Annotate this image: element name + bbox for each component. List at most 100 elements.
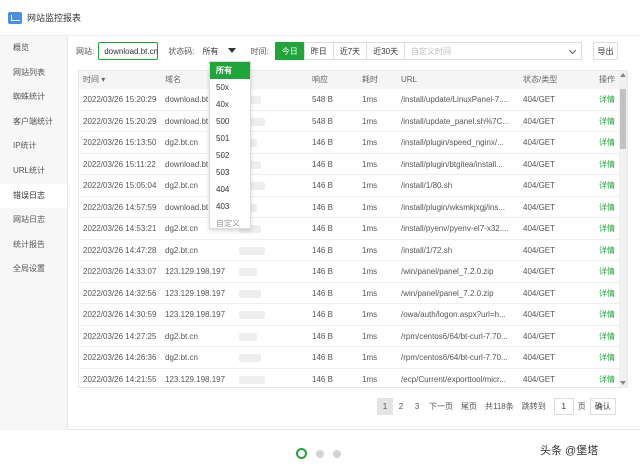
cell-duration: 1ms: [362, 202, 378, 212]
cell-response: 146 B: [312, 374, 333, 384]
vertical-scrollbar[interactable]: [619, 71, 627, 387]
detail-link[interactable]: 详情: [599, 111, 615, 132]
scroll-up-icon[interactable]: [620, 73, 626, 77]
page-1-button[interactable]: 1: [377, 398, 393, 415]
sidebar-item-clients[interactable]: 客户端统计: [0, 110, 67, 135]
detail-link[interactable]: 详情: [599, 175, 615, 196]
status-option-501[interactable]: 501: [210, 130, 250, 147]
cell-status: 404/GET: [523, 95, 556, 104]
cell-status: 404/GET: [523, 353, 556, 362]
cell-url: /win/panel/panel_7.2.0.zip: [401, 288, 494, 298]
cell-url: /ecp/Current/exporttool/micr...: [401, 374, 506, 384]
cell-duration: 1ms: [362, 181, 378, 190]
time-30days-button[interactable]: 近30天: [366, 42, 406, 60]
last-page-button[interactable]: 尾页: [457, 398, 481, 415]
detail-link[interactable]: 详情: [599, 369, 615, 388]
page-2-button[interactable]: 2: [393, 398, 409, 415]
table-row: 2022/03/26 15:05:04 dg2.bt.cn 146 B 1ms/ins…: [79, 175, 619, 197]
cell-duration: 1ms: [362, 116, 378, 126]
cell-domain: dg2.bt.cn: [165, 245, 198, 255]
redacted-mask: [239, 332, 257, 341]
detail-link[interactable]: 详情: [599, 283, 615, 304]
error-log-table: 时间 ▾ 域名 响应 耗时 URL 状态/类型 操作 2022/03/26 15…: [78, 70, 628, 388]
cell-time: 2022/03/26 14:47:28: [83, 245, 157, 255]
next-page-button[interactable]: 下一页: [425, 398, 457, 415]
detail-link[interactable]: 详情: [599, 261, 615, 282]
sidebar-item-overview[interactable]: 概览: [0, 36, 67, 61]
sidebar-item-site-log[interactable]: 网站日志: [0, 208, 67, 233]
status-option-50x[interactable]: 50x: [210, 79, 250, 96]
header-action: 操作: [599, 75, 615, 84]
custom-time-select[interactable]: 自定义时间: [404, 42, 583, 60]
sidebar-item-spiders[interactable]: 蜘蛛统计: [0, 85, 67, 110]
header-duration: 耗时: [362, 75, 378, 84]
site-select[interactable]: download.bt.cn: [98, 42, 159, 60]
cell-duration: 1ms: [362, 138, 378, 147]
export-button[interactable]: 导出: [593, 42, 618, 60]
table-row: 2022/03/26 14:57:59 download.bt.cn 146 B 1m…: [79, 197, 619, 218]
status-option-403[interactable]: 403: [210, 198, 250, 215]
status-option-503[interactable]: 503: [210, 164, 250, 181]
time-yesterday-button[interactable]: 昨日: [303, 42, 334, 60]
time-7days-button[interactable]: 近7天: [332, 42, 368, 60]
detail-link[interactable]: 详情: [599, 218, 615, 239]
scroll-thumb[interactable]: [620, 89, 626, 149]
detail-link[interactable]: 详情: [599, 197, 615, 218]
table-row: 2022/03/26 14:53:21 dg2.bt.cn 146 B 1ms/ins…: [79, 218, 619, 240]
table-header: 时间 ▾ 域名 响应 耗时 URL 状态/类型 操作: [79, 71, 619, 89]
cell-status: 404/GET: [523, 288, 556, 298]
jump-confirm-button[interactable]: 确认: [589, 398, 616, 415]
detail-link[interactable]: 详情: [599, 154, 615, 175]
header-url: URL: [401, 75, 418, 84]
detail-link[interactable]: 详情: [599, 347, 615, 368]
carousel-dot-1[interactable]: [296, 448, 307, 459]
table-row: 2022/03/26 14:26:36 dg2.bt.cn 146 B 1ms/rpm…: [79, 347, 619, 369]
status-option-40x[interactable]: 40x: [210, 96, 250, 113]
detail-link[interactable]: 详情: [599, 89, 615, 110]
sidebar-item-sites[interactable]: 网站列表: [0, 61, 67, 86]
detail-link[interactable]: 详情: [599, 304, 615, 325]
sidebar-item-settings[interactable]: 全局设置: [0, 257, 67, 282]
status-option-500[interactable]: 500: [210, 113, 250, 130]
detail-link[interactable]: 详情: [599, 132, 615, 153]
sidebar-item-error-log[interactable]: 错误日志: [0, 183, 67, 209]
carousel-dot-2[interactable]: [316, 449, 324, 458]
redacted-mask: [239, 311, 265, 319]
cell-duration: 1ms: [362, 267, 378, 276]
detail-link[interactable]: 详情: [599, 326, 615, 347]
cell-url: /install/plugin/speed_nginx/...: [401, 138, 504, 147]
scroll-down-icon[interactable]: [620, 381, 626, 385]
sidebar-item-ip[interactable]: IP统计: [0, 134, 67, 159]
status-option-custom[interactable]: 自定义: [210, 215, 250, 232]
detail-link[interactable]: 详情: [599, 240, 615, 261]
redacted-mask: [239, 268, 257, 276]
jump-page-input[interactable]: 1: [553, 398, 574, 415]
header-response: 响应: [312, 75, 328, 84]
cell-duration: 1ms: [362, 95, 378, 104]
sidebar-item-report[interactable]: 统计报告: [0, 233, 67, 258]
site-label: 网站:: [76, 46, 95, 56]
carousel-indicators: [296, 448, 350, 459]
sidebar-item-url[interactable]: URL统计: [0, 159, 67, 184]
status-select[interactable]: 所有: [198, 42, 238, 60]
time-label: 时间:: [250, 46, 269, 56]
cell-response: 146 B: [312, 202, 333, 212]
cell-time: 2022/03/26 14:21:55: [83, 374, 157, 384]
status-dropdown: 所有 50x 40x 500 501 502 503 404 403 自定义: [209, 61, 251, 229]
cell-duration: 1ms: [362, 310, 378, 319]
status-option-all[interactable]: 所有: [210, 62, 250, 79]
cell-status: 404/GET: [523, 310, 556, 319]
status-option-502[interactable]: 502: [210, 147, 250, 164]
cell-time: 2022/03/26 14:26:36: [83, 353, 157, 362]
status-option-404[interactable]: 404: [210, 181, 250, 198]
table-row: 2022/03/26 14:47:28 dg2.bt.cn 146 B 1ms/ins…: [79, 240, 619, 261]
redacted-mask: [239, 289, 261, 298]
cell-domain: dg2.bt.cn: [165, 353, 198, 362]
cell-duration: 1ms: [362, 374, 378, 384]
cell-domain: dg2.bt.cn: [165, 138, 198, 147]
carousel-dot-3[interactable]: [333, 449, 341, 458]
time-today-button[interactable]: 今日: [274, 42, 305, 60]
header-time[interactable]: 时间 ▾: [83, 71, 105, 89]
page-3-button[interactable]: 3: [409, 398, 425, 415]
cell-url: /install/plugin/wksmkjxgj/ins...: [401, 202, 506, 212]
